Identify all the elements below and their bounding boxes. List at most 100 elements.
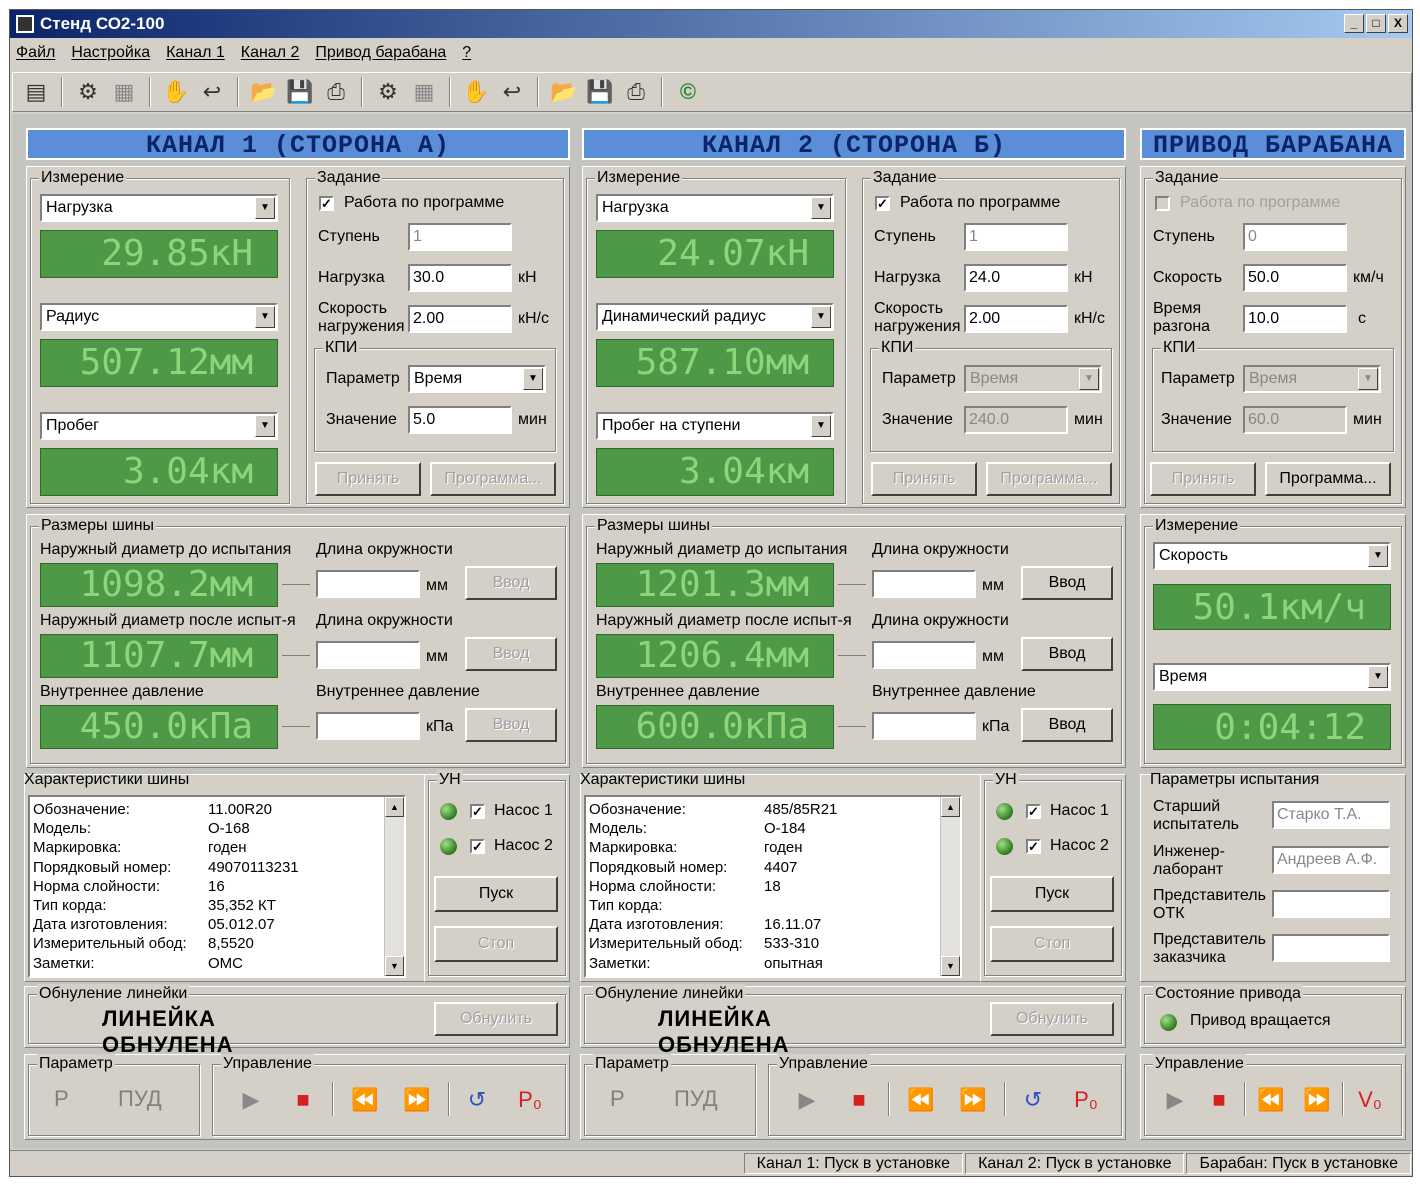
rewind-icon[interactable]: ⏪ [904, 1085, 938, 1115]
ch1-measure-combo-1[interactable]: Нагрузка ▼ [40, 194, 278, 222]
gear-icon-2[interactable]: ⚙ [373, 77, 403, 107]
maximize-button[interactable]: □ [1366, 14, 1386, 33]
reset-icon[interactable]: ↺ [1018, 1085, 1048, 1115]
stop-icon[interactable]: ■ [844, 1085, 874, 1115]
menu-settings[interactable]: Настройка [71, 44, 150, 62]
ch1-param-combo[interactable]: Время ▼ [408, 365, 546, 393]
settings-table-icon-2[interactable]: ▦ [409, 77, 439, 107]
ch2-speed-input[interactable]: 2.00 [964, 305, 1068, 333]
ch2-value-input[interactable]: 240.0 [964, 406, 1068, 434]
drum-speed-input[interactable]: 50.0 [1243, 264, 1347, 292]
ch1-stop-button[interactable]: Стоп [434, 926, 558, 962]
drum-program-button[interactable]: Программа... [1265, 462, 1391, 496]
ch2-zero-button[interactable]: Обнулить [990, 1002, 1114, 1036]
rewind-icon[interactable]: ⏪ [1254, 1085, 1288, 1115]
chevron-down-icon[interactable]: ▼ [1368, 666, 1388, 688]
ch2-pressure-input[interactable] [872, 712, 976, 740]
chevron-down-icon[interactable]: ▼ [255, 197, 275, 219]
ch2-step-input[interactable]: 1 [964, 223, 1068, 251]
minimize-button[interactable]: _ [1344, 14, 1364, 33]
ch1-pud-label[interactable]: ПУД [118, 1086, 162, 1112]
ch1-char-list[interactable]: Обозначение: 11.00R20 Модель: О-168 Маркиров… [28, 795, 406, 978]
open-folder-icon-2[interactable]: 📂 [549, 77, 579, 107]
ch2-pud-label[interactable]: ПУД [674, 1086, 718, 1112]
close-button[interactable]: X [1388, 14, 1408, 33]
menu-channel2[interactable]: Канал 2 [241, 44, 300, 62]
drum-senior-input[interactable]: Старко Т.А. [1272, 801, 1390, 829]
ch1-enter-button-1[interactable]: Ввод [465, 566, 557, 600]
fast-forward-icon[interactable]: ⏩ [1300, 1085, 1334, 1115]
chevron-down-icon[interactable]: ▼ [255, 306, 275, 328]
print-icon-2[interactable]: ⎙ [621, 77, 651, 107]
hand-icon-2[interactable]: ✋ [461, 77, 491, 107]
drum-accept-button[interactable]: Принять [1150, 462, 1256, 496]
menu-channel1[interactable]: Канал 1 [166, 44, 225, 62]
fast-forward-icon[interactable]: ⏩ [956, 1085, 990, 1115]
settings-table-icon[interactable]: ▦ [109, 77, 139, 107]
v-zero-icon[interactable]: V₀ [1350, 1085, 1390, 1115]
ch1-program-checkbox[interactable]: ✓ [319, 196, 334, 211]
drum-step-input[interactable]: 0 [1243, 223, 1347, 251]
drum-otk-input[interactable] [1272, 890, 1390, 918]
fast-forward-icon[interactable]: ⏩ [400, 1085, 434, 1115]
ch2-pump2-checkbox[interactable]: ✓ [1026, 839, 1041, 854]
ch2-pump1-checkbox[interactable]: ✓ [1026, 804, 1041, 819]
menu-drum[interactable]: Привод барабана [315, 44, 446, 62]
chevron-down-icon[interactable]: ▼ [811, 306, 831, 328]
ch1-circ1-input[interactable] [316, 570, 420, 598]
p-zero-icon[interactable]: P₀ [1066, 1085, 1106, 1115]
menu-help[interactable]: ? [462, 44, 471, 62]
drum-engineer-input[interactable]: Андреев А.Ф. [1272, 846, 1390, 874]
ch2-enter-button-3[interactable]: Ввод [1021, 708, 1113, 742]
ch2-enter-button-2[interactable]: Ввод [1021, 637, 1113, 671]
ch1-pump2-checkbox[interactable]: ✓ [470, 839, 485, 854]
save-icon-2[interactable]: 💾 [585, 77, 615, 107]
ch2-p-label[interactable]: Р [610, 1086, 625, 1112]
ch1-enter-button-3[interactable]: Ввод [465, 708, 557, 742]
ch1-pump1-checkbox[interactable]: ✓ [470, 804, 485, 819]
ch1-program-button[interactable]: Программа... [430, 462, 556, 496]
ch2-char-list[interactable]: Обозначение: 485/85R21 Модель: О-184 Маркиро… [584, 795, 962, 978]
stop-icon[interactable]: ■ [1204, 1085, 1234, 1115]
drum-measure-combo-2[interactable]: Время ▼ [1153, 663, 1391, 691]
ch1-speed-input[interactable]: 2.00 [408, 305, 512, 333]
scroll-down-icon[interactable]: ▼ [385, 956, 404, 976]
chevron-down-icon[interactable]: ▼ [255, 415, 275, 437]
chevron-down-icon[interactable]: ▼ [811, 197, 831, 219]
rewind-icon[interactable]: ⏪ [348, 1085, 382, 1115]
chevron-down-icon[interactable]: ▼ [523, 368, 543, 390]
chevron-down-icon[interactable]: ▼ [1358, 368, 1378, 390]
ch2-program-button[interactable]: Программа... [986, 462, 1112, 496]
menu-file[interactable]: Файл [16, 44, 55, 62]
ch2-program-checkbox[interactable]: ✓ [875, 196, 890, 211]
ch1-start-button[interactable]: Пуск [434, 876, 558, 912]
undo-icon-2[interactable]: ↩ [497, 77, 527, 107]
reset-icon[interactable]: ↺ [462, 1085, 492, 1115]
undo-icon[interactable]: ↩ [197, 77, 227, 107]
ch2-enter-button-1[interactable]: Ввод [1021, 566, 1113, 600]
ch1-measure-combo-3[interactable]: Пробег ▼ [40, 412, 278, 440]
drum-program-checkbox[interactable] [1155, 196, 1170, 211]
ch1-p-label[interactable]: Р [54, 1086, 69, 1112]
scroll-up-icon[interactable]: ▲ [941, 797, 960, 817]
play-icon[interactable]: ▶ [792, 1085, 822, 1115]
chevron-down-icon[interactable]: ▼ [811, 415, 831, 437]
ch2-circ1-input[interactable] [872, 570, 976, 598]
ch2-accept-button[interactable]: Принять [871, 462, 977, 496]
ch2-stop-button[interactable]: Стоп [990, 926, 1114, 962]
drum-customer-input[interactable] [1272, 934, 1390, 962]
stop-icon[interactable]: ■ [288, 1085, 318, 1115]
chevron-down-icon[interactable]: ▼ [1079, 368, 1099, 390]
ch2-list-scrollbar[interactable]: ▲ ▼ [940, 797, 960, 976]
ch1-value-input[interactable]: 5.0 [408, 406, 512, 434]
ch1-enter-button-2[interactable]: Ввод [465, 637, 557, 671]
ch1-accept-button[interactable]: Принять [315, 462, 421, 496]
ch1-zero-button[interactable]: Обнулить [434, 1002, 558, 1036]
scroll-up-icon[interactable]: ▲ [385, 797, 404, 817]
ch1-circ2-input[interactable] [316, 641, 420, 669]
copyright-icon[interactable]: © [673, 77, 703, 107]
ch2-param-combo[interactable]: Время ▼ [964, 365, 1102, 393]
p-zero-icon[interactable]: P₀ [510, 1085, 550, 1115]
drum-param-combo[interactable]: Время ▼ [1243, 365, 1381, 393]
ch1-pressure-input[interactable] [316, 712, 420, 740]
